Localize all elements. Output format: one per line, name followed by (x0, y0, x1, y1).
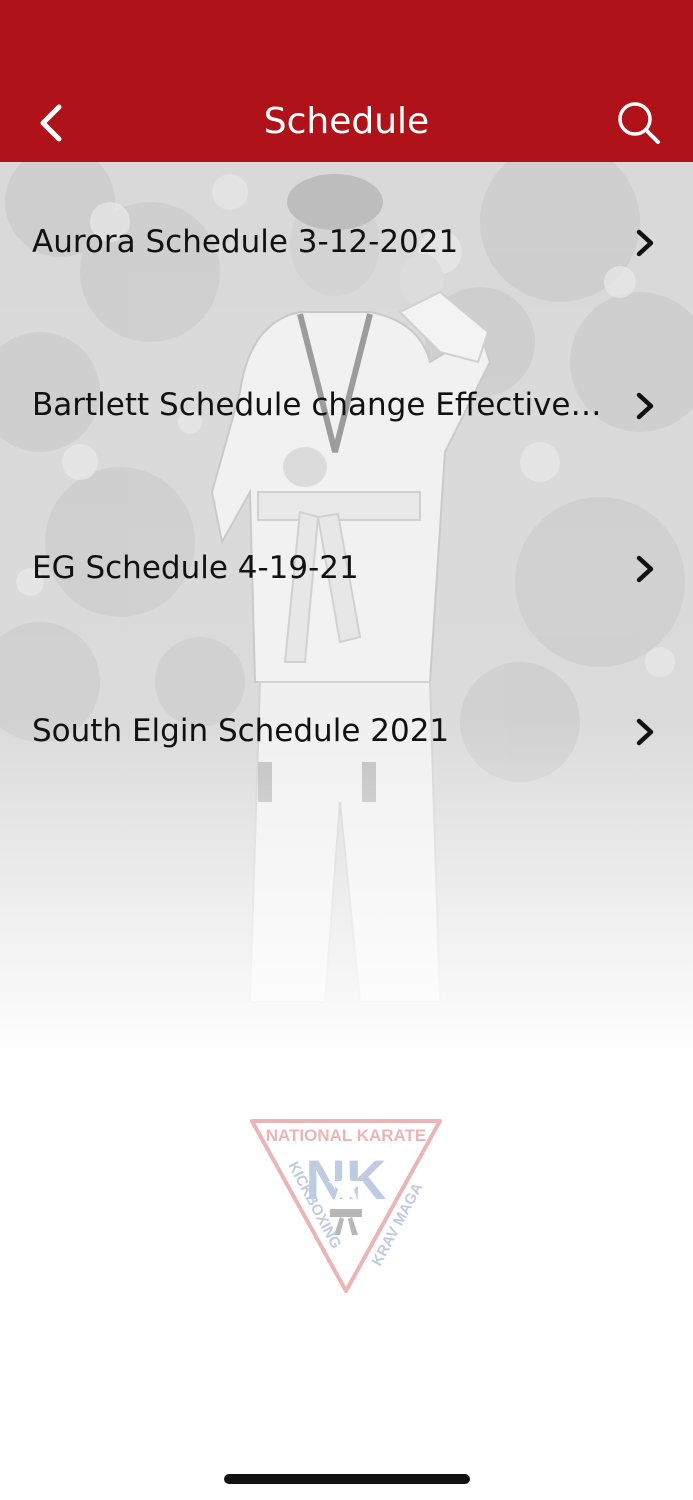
list-item[interactable]: EG Schedule 4-19-21 (0, 488, 693, 651)
list-item-label: South Elgin Schedule 2021 (32, 713, 450, 749)
list-item-label: Bartlett Schedule change Effective July … (32, 387, 602, 423)
page-title: Schedule (263, 101, 430, 142)
list-item-label: Aurora Schedule 3-12-2021 (32, 224, 459, 260)
national-karate-logo: NATIONAL KARATE NK KICKBOXING KRAV MAGA (250, 1119, 442, 1293)
chevron-right-icon (636, 718, 654, 746)
list-item-label: EG Schedule 4-19-21 (32, 550, 359, 586)
list-item[interactable]: Aurora Schedule 3-12-2021 (0, 162, 693, 325)
search-button[interactable] (611, 96, 667, 150)
chevron-right-icon (636, 555, 654, 583)
logo-top-text: NATIONAL KARATE (266, 1126, 427, 1145)
chevron-right-icon (636, 392, 654, 420)
search-icon (618, 102, 660, 144)
chevron-right-icon (636, 229, 654, 257)
app-header: Schedule (0, 0, 693, 162)
home-indicator[interactable] (224, 1474, 470, 1484)
list-item[interactable]: Bartlett Schedule change Effective July … (0, 325, 693, 488)
schedule-list: Aurora Schedule 3-12-2021 Bartlett Sched… (0, 162, 693, 814)
list-item[interactable]: South Elgin Schedule 2021 (0, 651, 693, 814)
